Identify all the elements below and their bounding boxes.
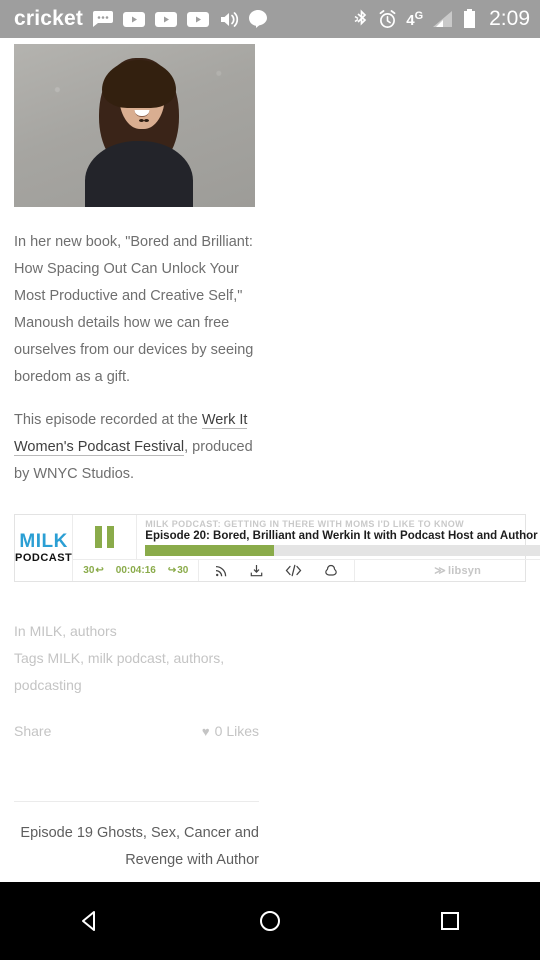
carrier-label: cricket bbox=[14, 7, 84, 30]
messages-icon bbox=[91, 11, 114, 27]
bluetooth-icon bbox=[354, 9, 369, 29]
likes-button[interactable]: ♥ 0 Likes bbox=[202, 723, 259, 739]
likes-count-label: 0 Likes bbox=[214, 723, 259, 739]
photo-subject-eye bbox=[144, 119, 150, 122]
footer-divider bbox=[14, 801, 259, 802]
signal-icon bbox=[432, 10, 454, 28]
photo-subject-body bbox=[85, 141, 194, 207]
pause-button[interactable] bbox=[73, 515, 138, 559]
youtube-icon bbox=[187, 11, 210, 27]
download-icon[interactable] bbox=[250, 564, 263, 577]
player-action-icons bbox=[199, 560, 356, 581]
episode-title-label: Episode 20: Bored, Brilliant and Werkin … bbox=[145, 529, 540, 542]
elapsed-time-label: 00:04:16 bbox=[115, 565, 156, 576]
rewind-30-button[interactable]: 30 ↩ bbox=[83, 565, 104, 576]
status-bar: cricket 4G 2:09 bbox=[0, 0, 540, 38]
show-name-label: MILK PODCAST: GETTING IN THERE WITH MOMS… bbox=[145, 518, 465, 529]
player-controls-row: 30 ↩ 00:04:16 ↪ 30 ≫ libsyn bbox=[73, 559, 540, 581]
battery-icon bbox=[463, 9, 476, 29]
player-main-row: MILK PODCAST: GETTING IN THERE WITH MOMS… bbox=[73, 515, 540, 559]
status-icons-right: 4G 2:09 bbox=[354, 7, 530, 31]
forward-label: 30 bbox=[177, 565, 189, 576]
status-icons-left bbox=[91, 10, 268, 28]
alarm-icon bbox=[378, 9, 397, 29]
paragraph-2-prefix: This episode recorded at the bbox=[14, 412, 202, 428]
back-button[interactable] bbox=[50, 882, 130, 960]
home-button[interactable] bbox=[230, 882, 310, 960]
track-info: MILK PODCAST: GETTING IN THERE WITH MOMS… bbox=[137, 515, 540, 559]
podcast-player[interactable]: MILK PODCAST MILK PODCAST: GETTING IN TH… bbox=[14, 514, 540, 582]
article-paragraph-2: This episode recorded at the Werk It Wom… bbox=[14, 407, 259, 488]
share-row: Share ♥ 0 Likes bbox=[14, 723, 259, 739]
photo-subject-eye bbox=[139, 119, 145, 122]
progress-bar[interactable] bbox=[145, 544, 540, 556]
youtube-icon bbox=[155, 11, 178, 27]
youtube-icon bbox=[123, 11, 146, 27]
post-meta: In MILK, authors Tags MILK, milk podcast… bbox=[14, 618, 274, 699]
android-nav-bar bbox=[0, 882, 540, 960]
article-paragraph-1: In her new book, "Bored and Brilliant: H… bbox=[14, 234, 254, 385]
phone-screen: cricket 4G 2:09 In her new book, "Bored … bbox=[0, 0, 540, 960]
page-content[interactable]: In her new book, "Bored and Brilliant: H… bbox=[0, 38, 540, 922]
recents-button[interactable] bbox=[410, 882, 490, 960]
share-button[interactable]: Share bbox=[14, 723, 51, 739]
tags-label[interactable]: Tags MILK, milk podcast, authors, podcas… bbox=[14, 645, 274, 699]
heart-icon: ♥ bbox=[201, 723, 210, 739]
volume-icon bbox=[219, 11, 239, 28]
clock-label: 2:09 bbox=[489, 7, 530, 30]
progress-fill bbox=[145, 544, 274, 556]
podcast-logo-podcast: PODCAST bbox=[15, 552, 73, 564]
libsyn-mark-icon: ≫ bbox=[434, 565, 447, 577]
playback-controls: 30 ↩ 00:04:16 ↪ 30 bbox=[73, 560, 200, 581]
rss-icon[interactable] bbox=[215, 564, 228, 577]
embed-code-icon[interactable] bbox=[285, 564, 302, 577]
pause-icon bbox=[107, 526, 115, 548]
forward-30-button[interactable]: ↪ 30 bbox=[168, 565, 189, 576]
libsyn-branding[interactable]: ≫ libsyn bbox=[355, 564, 540, 578]
hero-image bbox=[14, 44, 255, 207]
categories-label[interactable]: In MILK, authors bbox=[14, 618, 274, 645]
network-type-label: 4G bbox=[406, 9, 424, 29]
rewind-label: 30 bbox=[83, 565, 95, 576]
share-icon[interactable] bbox=[324, 564, 338, 577]
hangouts-icon bbox=[249, 10, 268, 28]
next-post-link[interactable]: Episode 19 Ghosts, Sex, Cancer and Reven… bbox=[14, 820, 259, 874]
libsyn-label: libsyn bbox=[448, 564, 482, 577]
pause-icon bbox=[95, 526, 103, 548]
player-body: MILK PODCAST: GETTING IN THERE WITH MOMS… bbox=[73, 515, 540, 581]
podcast-logo: MILK PODCAST bbox=[15, 515, 74, 581]
podcast-logo-milk: MILK bbox=[19, 531, 68, 552]
